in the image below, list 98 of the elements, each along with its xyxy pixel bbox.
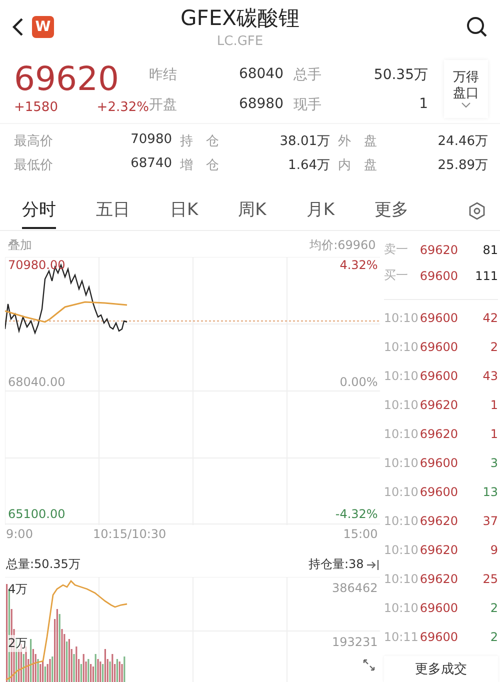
collapse-icon[interactable] bbox=[366, 558, 380, 571]
symbol-code: LC.GFE bbox=[216, 34, 264, 50]
axis-label: 0.00% bbox=[340, 374, 378, 389]
trade-quantity: 2 bbox=[489, 601, 498, 616]
stat-label: 最低价 bbox=[14, 156, 54, 174]
axis-label: 68040.00 bbox=[8, 374, 66, 389]
trade-price: 69600 bbox=[420, 340, 458, 354]
trade-price: 69620 bbox=[420, 398, 458, 412]
trade-time: 10:10 bbox=[384, 514, 420, 528]
chart-tab[interactable]: 更多 bbox=[374, 192, 408, 230]
stat-label: 增 仓 bbox=[180, 156, 220, 174]
trade-quantity: 13 bbox=[482, 485, 498, 500]
stat-value: 25.89万 bbox=[436, 156, 488, 174]
axis-label: 70980.00 bbox=[8, 258, 66, 272]
field-label: 昨结 bbox=[149, 66, 178, 84]
back-icon[interactable] bbox=[12, 16, 24, 37]
chart-tab[interactable]: 日K bbox=[170, 192, 198, 230]
trade-quantity: 25 bbox=[482, 572, 498, 586]
axis-label: 386462 bbox=[332, 580, 378, 595]
trade-price: 69600 bbox=[420, 456, 458, 470]
last-price: 69620 bbox=[14, 60, 120, 98]
stat-label: 内 盘 bbox=[338, 156, 378, 174]
stat-value: 38.01万 bbox=[278, 132, 330, 150]
chart-tab[interactable]: 周K bbox=[238, 192, 266, 230]
trade-time: 10:10 bbox=[384, 427, 420, 442]
trade-quantity: 43 bbox=[482, 369, 498, 384]
trade-time: 10:11 bbox=[384, 630, 420, 644]
axis-label: 4.32% bbox=[340, 258, 378, 272]
stat-value: 1.64万 bbox=[287, 156, 330, 174]
field-label: 总手 bbox=[294, 66, 322, 84]
trade-time: 10:10 bbox=[384, 340, 420, 354]
change-percent: +2.32% bbox=[96, 100, 149, 115]
axis-label: 65100.00 bbox=[8, 506, 66, 521]
trade-price: 69620 bbox=[420, 514, 458, 528]
more-trades-button[interactable]: 更多成交 bbox=[384, 656, 498, 682]
trade-quantity: 9 bbox=[489, 543, 498, 558]
trade-price: 69620 bbox=[420, 543, 458, 558]
field-label: 开盘 bbox=[149, 96, 178, 114]
trade-quantity: 37 bbox=[482, 514, 498, 528]
field-label: 现手 bbox=[294, 96, 322, 114]
trade-price: 69600 bbox=[420, 311, 458, 326]
stat-label: 持 仓 bbox=[180, 132, 220, 150]
chevron-down-icon bbox=[461, 102, 471, 108]
trade-time: 10:10 bbox=[384, 456, 420, 470]
trade-time: 10:10 bbox=[384, 601, 420, 616]
chart-tab[interactable]: 分时 bbox=[22, 192, 56, 230]
trade-price: 69600 bbox=[420, 369, 458, 384]
trade-price: 69600 bbox=[420, 630, 458, 644]
axis-label: 4万 bbox=[8, 580, 28, 598]
trade-quantity: 42 bbox=[482, 311, 498, 326]
book-label: 买一 bbox=[384, 267, 409, 284]
field-value: 1 bbox=[418, 96, 428, 114]
axis-label: 193231 bbox=[332, 634, 378, 649]
trade-time: 10:10 bbox=[384, 543, 420, 558]
chart-tab[interactable]: 五日 bbox=[96, 192, 130, 230]
price-change: +1580 bbox=[14, 100, 58, 115]
trade-quantity: 2 bbox=[489, 340, 498, 354]
trade-time: 10:10 bbox=[384, 572, 420, 586]
total-volume: 总量:50.35万 bbox=[6, 556, 80, 574]
field-value: 68040 bbox=[238, 66, 284, 84]
stat-value: 70980 bbox=[130, 132, 172, 149]
settings-icon[interactable] bbox=[468, 202, 486, 220]
expand-icon[interactable] bbox=[362, 658, 376, 672]
stat-label: 外 盘 bbox=[338, 132, 378, 150]
book-price: 69620 bbox=[420, 242, 458, 257]
chart-tab[interactable]: 月K bbox=[306, 192, 334, 230]
trade-quantity: 1 bbox=[489, 427, 498, 442]
stat-value: 24.46万 bbox=[436, 132, 488, 150]
field-value: 68980 bbox=[238, 96, 284, 114]
trade-time: 10:10 bbox=[384, 398, 420, 412]
open-interest: 持仓量:38 bbox=[308, 556, 364, 574]
trade-price: 69600 bbox=[420, 485, 458, 500]
stat-value: 68740 bbox=[130, 156, 172, 173]
stat-label: 最高价 bbox=[14, 132, 54, 150]
trade-price: 69620 bbox=[420, 427, 458, 442]
search-icon[interactable] bbox=[466, 16, 488, 38]
book-label: 卖一 bbox=[384, 241, 409, 258]
page-title: GFEX碳酸锂 bbox=[180, 5, 300, 32]
trade-time: 10:10 bbox=[384, 311, 420, 326]
order-book-button[interactable]: 万得 盘口 bbox=[444, 60, 488, 118]
axis-label: -4.32% bbox=[335, 506, 378, 521]
trade-quantity: 2 bbox=[489, 630, 498, 644]
average-price: 均价:69960 bbox=[310, 236, 376, 254]
axis-label: 2万 bbox=[8, 634, 28, 652]
time-label: 15:00 bbox=[343, 526, 378, 543]
book-quantity: 81 bbox=[482, 242, 498, 257]
time-label: 10:15/10:30 bbox=[92, 526, 166, 543]
field-value: 50.35万 bbox=[372, 66, 428, 84]
trade-price: 69600 bbox=[420, 601, 458, 616]
trade-quantity: 3 bbox=[489, 456, 498, 470]
trade-time: 10:10 bbox=[384, 369, 420, 384]
book-price: 69600 bbox=[420, 268, 458, 283]
app-logo: W bbox=[32, 16, 54, 38]
trade-time: 10:10 bbox=[384, 485, 420, 500]
book-quantity: 111 bbox=[474, 268, 498, 283]
time-label: 9:00 bbox=[6, 526, 33, 543]
trade-quantity: 1 bbox=[489, 398, 498, 412]
trade-price: 69620 bbox=[420, 572, 458, 586]
